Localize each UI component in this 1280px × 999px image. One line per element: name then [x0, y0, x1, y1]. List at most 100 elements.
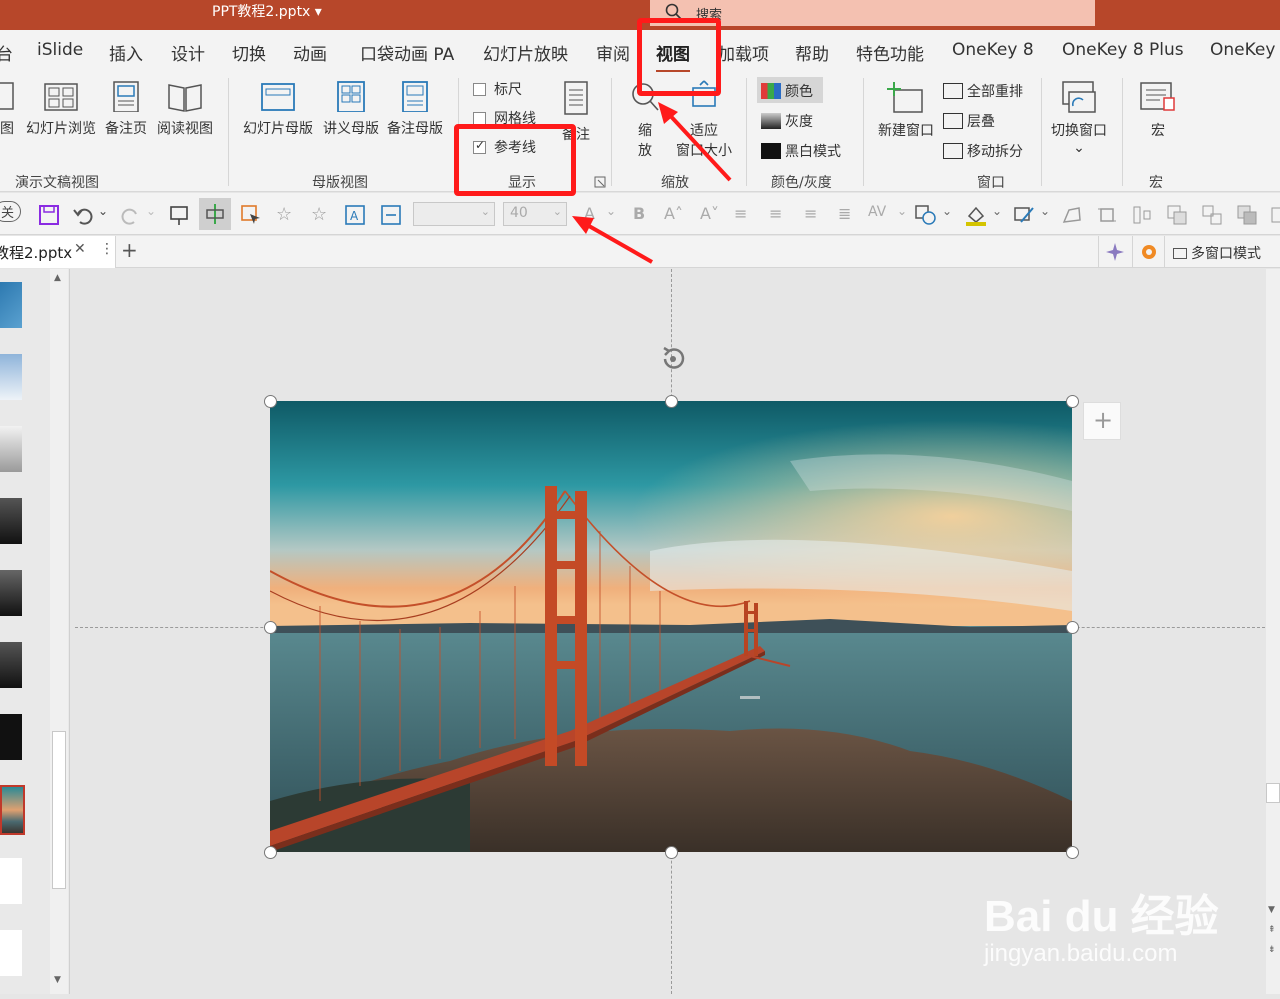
bring-forward-icon[interactable]: [1166, 204, 1188, 226]
chevron-down-icon[interactable]: ⌄: [1040, 204, 1050, 218]
resize-handle-bottom[interactable]: [665, 846, 678, 859]
slide-thumbnail[interactable]: [0, 426, 22, 472]
multi-window-mode-button[interactable]: 多窗口模式: [1164, 236, 1280, 268]
slide-thumbnail-selected[interactable]: [0, 785, 25, 835]
document-name[interactable]: PPT教程2.pptx ▾: [212, 1, 322, 21]
layout-options-button[interactable]: +: [1083, 402, 1121, 440]
select-shape-icon[interactable]: [240, 204, 262, 226]
crop-icon[interactable]: [1096, 204, 1118, 226]
reading-view-button[interactable]: 阅读视图: [154, 80, 216, 138]
slide-thumbnail[interactable]: [0, 570, 22, 616]
slide-thumbnail[interactable]: [0, 642, 22, 688]
distribute-icon[interactable]: ≣: [838, 204, 851, 223]
undo-dropdown-icon[interactable]: ⌄: [98, 204, 108, 218]
vertical-scrollbar[interactable]: ▼ ⇞ ⇟: [1266, 269, 1280, 994]
macros-button[interactable]: 宏: [1136, 80, 1180, 140]
tab-onekey8[interactable]: OneKey 8: [952, 40, 1034, 60]
grayscale-button[interactable]: 灰度: [761, 111, 813, 131]
tab-partial[interactable]: 台: [0, 40, 13, 65]
document-tab[interactable]: 教程2.pptx ✕ ⋮: [0, 236, 116, 268]
next-slide-icon[interactable]: ⇟: [1268, 945, 1276, 955]
redo-icon[interactable]: [120, 204, 142, 226]
scroll-down-icon[interactable]: ▼: [1268, 905, 1275, 915]
fit-shape-icon[interactable]: [380, 204, 402, 226]
fill-color-icon[interactable]: [964, 204, 988, 226]
magic-button[interactable]: [1098, 236, 1132, 268]
color-button[interactable]: 颜色: [757, 77, 823, 103]
scrollbar-thumb[interactable]: [52, 731, 66, 889]
close-icon[interactable]: ✕: [74, 241, 86, 257]
settings-button[interactable]: [1132, 236, 1164, 268]
slide-thumbnail[interactable]: [0, 714, 22, 760]
notes-page-button[interactable]: 备注页: [103, 80, 149, 138]
send-backward-icon[interactable]: [1236, 204, 1258, 226]
slide-thumbnail[interactable]: [0, 354, 22, 400]
slide-thumbnail[interactable]: [0, 930, 22, 976]
chevron-down-icon[interactable]: ⌄: [897, 204, 907, 218]
scrollbar-thumb[interactable]: [1266, 783, 1280, 803]
tab-pocket-animation[interactable]: 口袋动画 PA: [360, 40, 454, 65]
more-icon[interactable]: ⋮: [100, 241, 114, 257]
arrange-all-button[interactable]: 全部重排: [943, 81, 1023, 101]
handout-master-button[interactable]: 讲义母版: [320, 80, 382, 138]
font-size-combo[interactable]: 40 ⌄: [503, 202, 567, 226]
ruler-checkbox[interactable]: 标尺: [473, 79, 522, 99]
more-tools-icon[interactable]: [1270, 204, 1280, 226]
tab-onekey8plus[interactable]: OneKey 8 Plus: [1062, 40, 1184, 60]
presentation-icon[interactable]: [168, 204, 190, 226]
resize-handle-bottom-right[interactable]: [1066, 846, 1079, 859]
move-split-button[interactable]: 移动拆分: [943, 141, 1023, 161]
tab-islide[interactable]: iSlide: [37, 40, 83, 60]
text-box-icon[interactable]: A: [344, 204, 366, 226]
resize-handle-top-left[interactable]: [264, 395, 277, 408]
scroll-down-icon[interactable]: ▼: [54, 975, 61, 985]
slide-sorter-button[interactable]: 幻灯片浏览: [22, 80, 100, 138]
resize-handle-left[interactable]: [264, 621, 277, 634]
resize-handle-top[interactable]: [665, 395, 678, 408]
resize-handle-bottom-left[interactable]: [264, 846, 277, 859]
black-white-button[interactable]: 黑白模式: [761, 141, 841, 161]
ruler-check-box[interactable]: [473, 83, 486, 96]
previous-slide-icon[interactable]: ⇞: [1268, 925, 1276, 935]
redo-dropdown-icon[interactable]: ⌄: [146, 204, 156, 218]
star-icon[interactable]: ☆: [276, 204, 292, 225]
rotate-handle-icon[interactable]: [657, 343, 689, 375]
cascade-button[interactable]: 层叠: [943, 111, 995, 131]
slide-master-button[interactable]: 幻灯片母版: [238, 80, 318, 138]
tab-features[interactable]: 特色功能: [856, 40, 924, 65]
normal-view-button[interactable]: 视图: [0, 80, 20, 138]
slide-thumbnail[interactable]: [0, 282, 22, 328]
tab-slideshow[interactable]: 幻灯片放映: [483, 40, 568, 65]
add-tab-icon[interactable]: +: [121, 238, 138, 262]
scroll-up-icon[interactable]: ▲: [54, 273, 61, 283]
star-outline-icon[interactable]: ☆: [311, 204, 327, 225]
align-button-bg[interactable]: [199, 198, 231, 230]
chevron-down-icon[interactable]: ⌄: [992, 204, 1002, 218]
shapes-icon[interactable]: [914, 204, 938, 226]
resize-handle-top-right[interactable]: [1066, 395, 1079, 408]
switch-windows-button[interactable]: 切换窗口 ⌄: [1047, 80, 1111, 156]
justify-icon[interactable]: ≡: [769, 204, 782, 223]
save-icon[interactable]: [38, 204, 60, 226]
distribute-shapes-icon[interactable]: [1131, 204, 1153, 226]
resize-handle-right[interactable]: [1066, 621, 1079, 634]
tab-design[interactable]: 设计: [171, 40, 205, 65]
chevron-down-icon[interactable]: ⌄: [942, 204, 952, 218]
slide-thumbnail[interactable]: [0, 498, 22, 544]
edit-shape-icon[interactable]: [1061, 204, 1083, 226]
font-family-combo[interactable]: ⌄: [413, 202, 495, 226]
notes-master-button[interactable]: 备注母版: [384, 80, 446, 138]
qat-toggle-button[interactable]: 关: [0, 201, 22, 222]
group-icon[interactable]: [1201, 204, 1223, 226]
tab-onekey[interactable]: OneKey: [1210, 40, 1275, 60]
undo-icon[interactable]: [72, 204, 94, 226]
tab-transitions[interactable]: 切换: [232, 40, 266, 65]
thumbnail-scrollbar[interactable]: ▲ ▼: [50, 269, 68, 994]
tab-addins[interactable]: 加载项: [718, 40, 769, 65]
bridge-photo[interactable]: [270, 401, 1072, 852]
tab-review[interactable]: 审阅: [596, 40, 630, 65]
tab-animations[interactable]: 动画: [293, 40, 327, 65]
outline-color-icon[interactable]: [1013, 204, 1037, 226]
tab-help[interactable]: 帮助: [795, 40, 829, 65]
tab-insert[interactable]: 插入: [109, 40, 143, 65]
